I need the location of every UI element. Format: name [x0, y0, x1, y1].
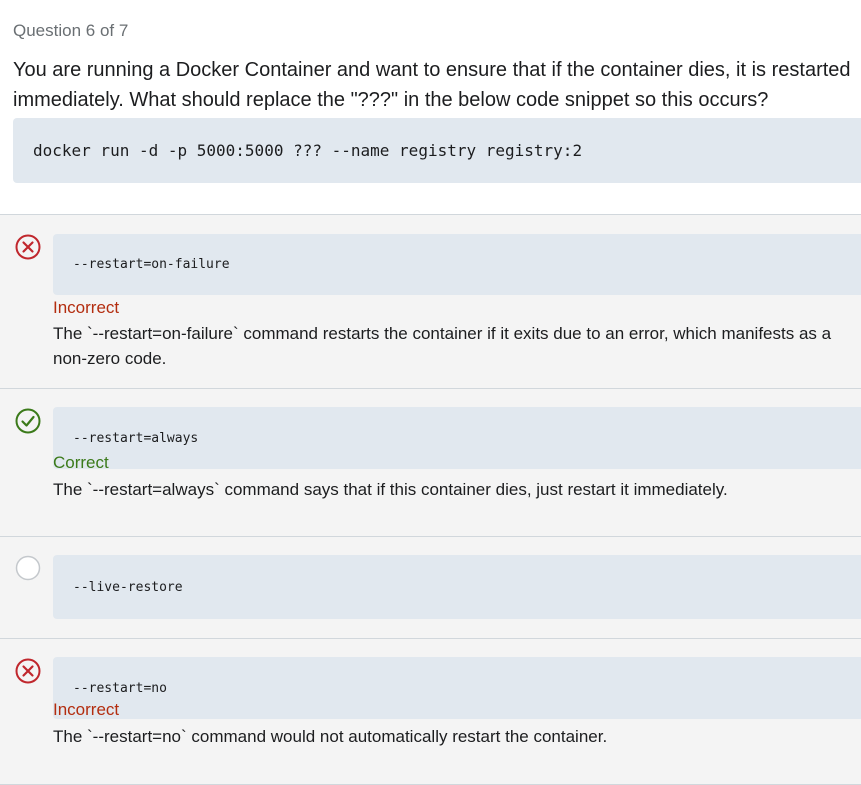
answer-explanation: The `--restart=always` command says that…	[53, 480, 728, 499]
question-text: You are running a Docker Container and w…	[13, 59, 851, 111]
answer-option-4[interactable]: --restart=no Incorrect The `--restart=no…	[0, 639, 861, 785]
x-circle-icon	[15, 658, 41, 684]
answer-code: --live-restore	[53, 555, 861, 619]
answer-list: --restart=on-failure Incorrect The `--re…	[0, 214, 861, 785]
code-snippet: docker run -d -p 5000:5000 ??? --name re…	[13, 118, 861, 183]
answer-option-2[interactable]: --restart=always Correct The `--restart=…	[0, 389, 861, 537]
answer-code: --restart=no	[53, 657, 861, 719]
answer-code: --restart=always	[53, 407, 861, 469]
question-counter: Question 6 of 7	[13, 21, 129, 40]
quiz-result-page: Question 6 of 7 You are running a Docker…	[0, 0, 861, 785]
correct-label: Correct	[53, 453, 109, 472]
answer-option-1[interactable]: --restart=on-failure Incorrect The `--re…	[0, 215, 861, 389]
incorrect-label: Incorrect	[53, 298, 120, 317]
check-circle-icon	[15, 408, 41, 434]
x-circle-icon	[15, 234, 41, 260]
answer-explanation: The `--restart=no` command would not aut…	[53, 727, 608, 746]
empty-circle-icon[interactable]	[15, 555, 41, 581]
answer-option-3[interactable]: --live-restore	[0, 537, 861, 639]
answer-code: --restart=on-failure	[53, 234, 861, 295]
answer-explanation: The `--restart=on-failure` command resta…	[53, 324, 832, 368]
incorrect-label: Incorrect	[53, 700, 120, 719]
